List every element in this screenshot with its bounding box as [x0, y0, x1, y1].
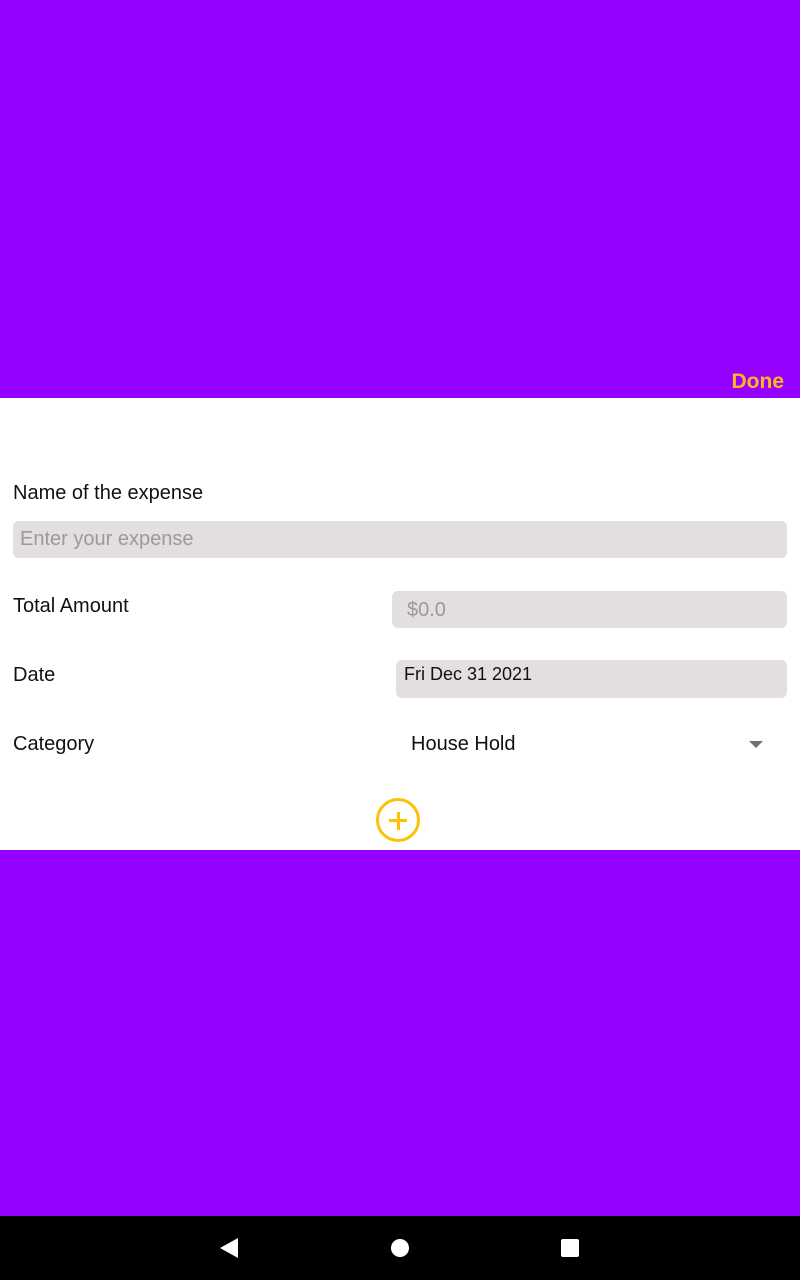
done-button[interactable]: Done	[732, 370, 785, 394]
system-navigation-bar	[0, 1216, 800, 1280]
back-icon[interactable]	[220, 1238, 238, 1258]
expense-name-input[interactable]: Enter your expense	[13, 521, 787, 558]
top-backdrop: Done	[0, 0, 800, 398]
expense-form-sheet: Name of the expense Enter your expense T…	[0, 398, 800, 850]
date-picker-field[interactable]: Fri Dec 31 2021	[396, 660, 787, 698]
add-expense-button[interactable]	[376, 798, 420, 842]
caret-down-icon	[749, 741, 763, 748]
category-label: Category	[13, 733, 95, 755]
expense-name-label: Name of the expense	[13, 482, 204, 504]
home-icon[interactable]	[391, 1239, 409, 1257]
total-amount-input[interactable]: $0.0	[392, 591, 787, 628]
category-selected-value: House Hold	[411, 733, 516, 755]
total-amount-label: Total Amount	[13, 595, 129, 617]
recents-icon[interactable]	[561, 1239, 579, 1257]
date-label: Date	[13, 664, 56, 686]
bottom-backdrop	[0, 850, 800, 1216]
category-dropdown[interactable]: House Hold	[411, 733, 787, 763]
